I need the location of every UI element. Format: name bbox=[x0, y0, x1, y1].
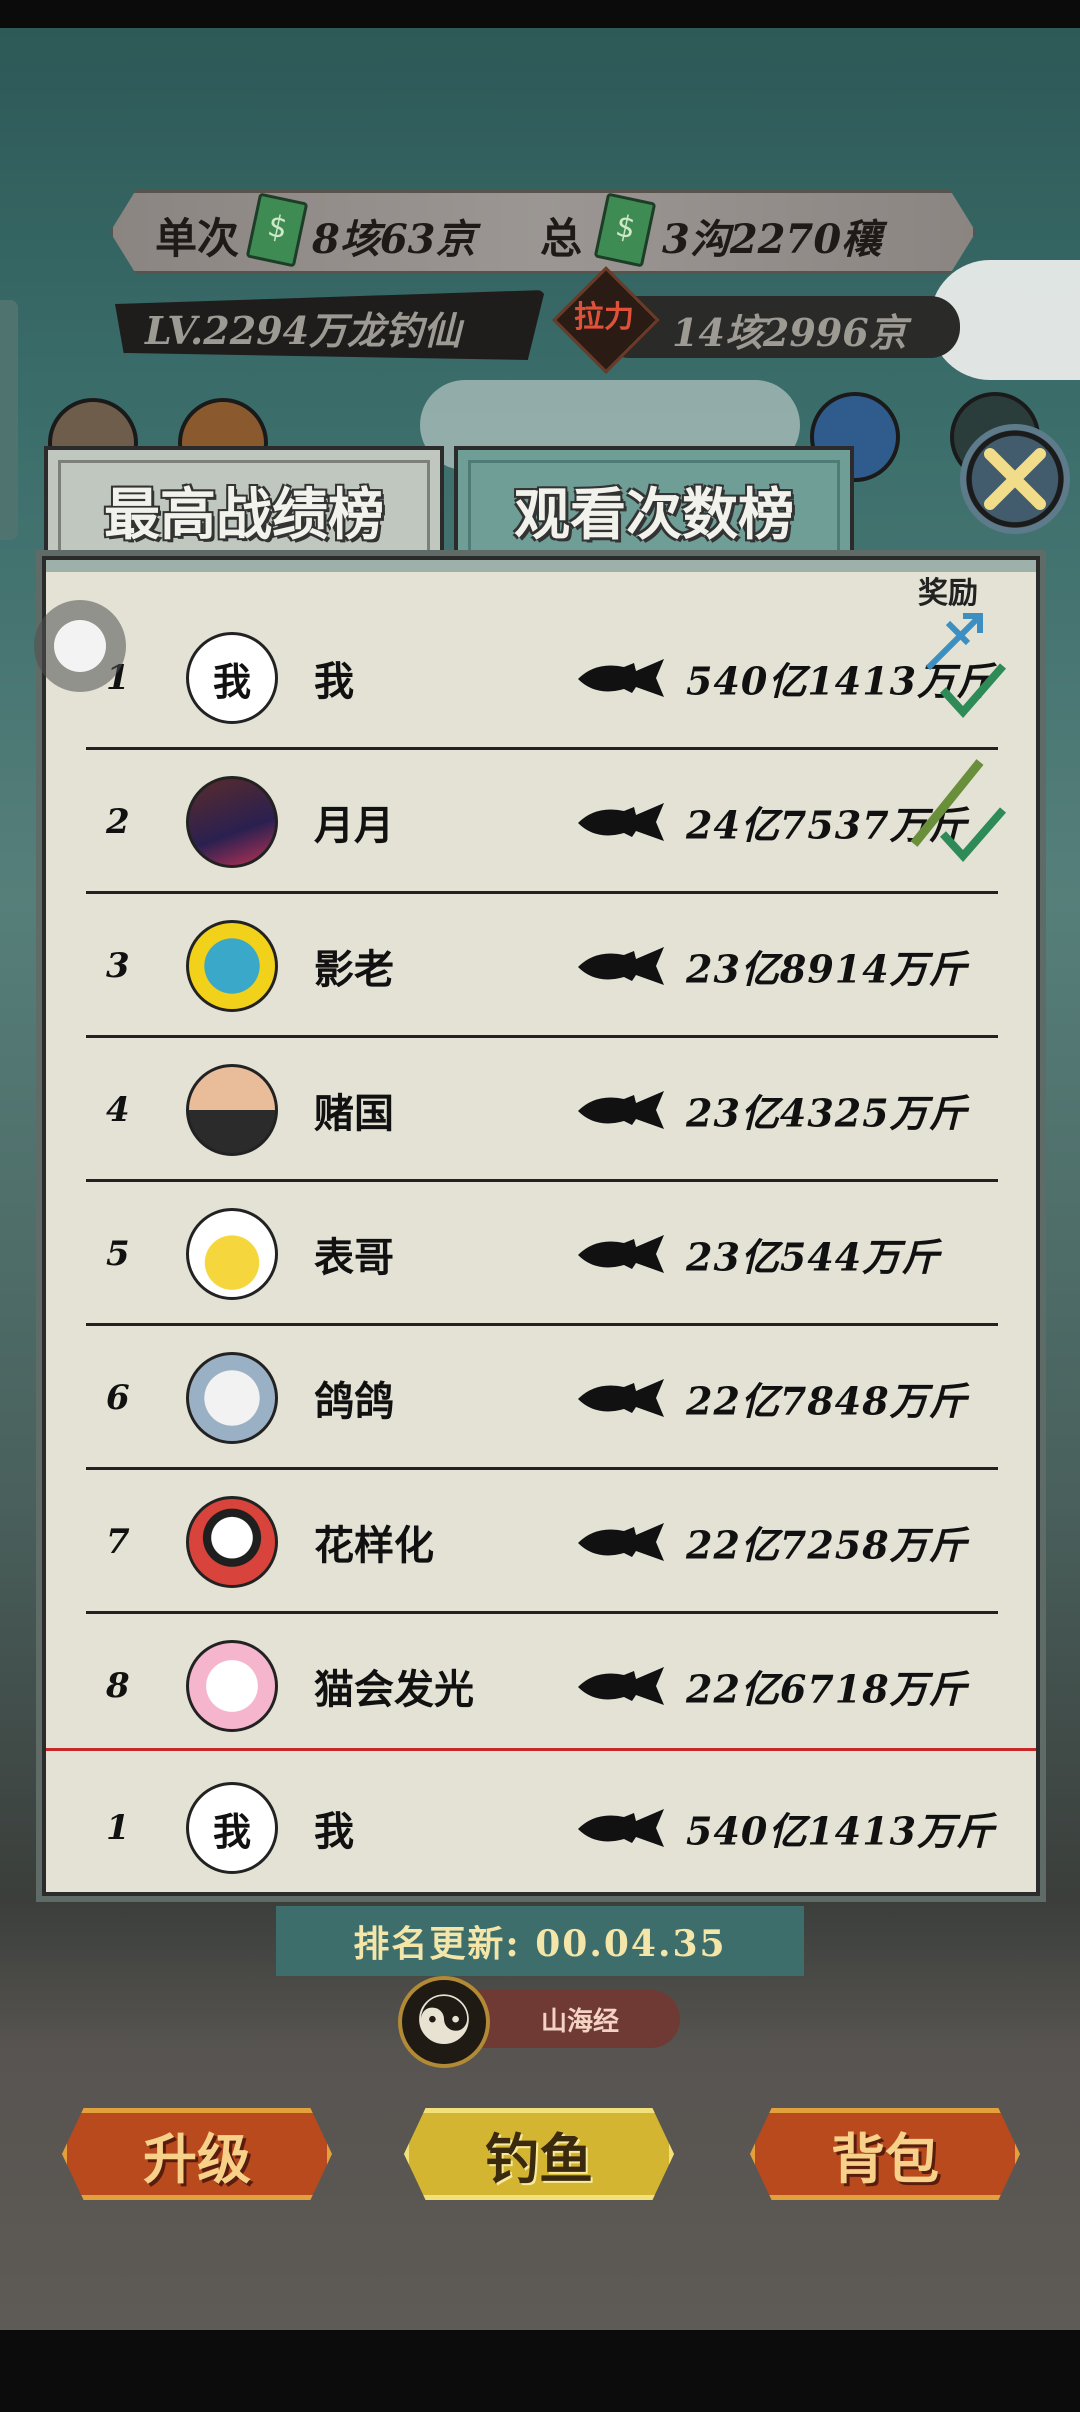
fish-icon bbox=[578, 1523, 664, 1561]
fish-icon bbox=[578, 947, 664, 985]
total-value: 3沟2270穰 bbox=[662, 216, 882, 263]
rank-number: 6 bbox=[106, 1378, 130, 1418]
player-name: 我 bbox=[314, 658, 354, 705]
self-rank-divider bbox=[46, 1748, 1036, 1751]
leaderboard-row[interactable]: 5 表哥 23亿544万斤 bbox=[86, 1182, 998, 1326]
player-name: 赌国 bbox=[314, 1090, 394, 1137]
avatar[interactable] bbox=[186, 776, 278, 868]
catch-weight: 23亿4325万斤 bbox=[686, 1090, 968, 1136]
rank-number: 5 bbox=[106, 1234, 130, 1274]
game-screen: 单次 $ 8垓63京 总 $ 3沟2270穰 LV.2294万龙钓仙 拉力 14… bbox=[0, 0, 1080, 2412]
catch-weight: 23亿544万斤 bbox=[686, 1234, 941, 1280]
fish-icon bbox=[578, 1667, 664, 1705]
single-catch-label: 单次 bbox=[155, 214, 240, 263]
leaderboard-row[interactable]: 6 鸽鸽 22亿7848万斤 bbox=[86, 1326, 998, 1470]
leaderboard-row[interactable]: 1 我 我 540亿1413万斤 bbox=[86, 606, 1007, 750]
rank-update-timer: 排名更新: 00.04.35 bbox=[276, 1906, 804, 1976]
fish-icon bbox=[578, 659, 664, 697]
my-rank-row[interactable]: 1 我 我 540亿1413万斤 bbox=[86, 1756, 998, 1900]
player-name: 猫会发光 bbox=[314, 1666, 474, 1713]
player-name: 影老 bbox=[314, 946, 394, 993]
rank-number: 3 bbox=[106, 946, 130, 986]
avatar[interactable] bbox=[186, 920, 278, 1012]
tab-best-record-label: 最高战绩榜 bbox=[58, 460, 430, 558]
leaderboard-row[interactable]: 2 月月 24亿7537万斤 bbox=[86, 750, 1007, 894]
fish-icon bbox=[578, 1091, 664, 1129]
reward-claimed-check-icon bbox=[940, 807, 1007, 863]
rank-number: 4 bbox=[106, 1090, 130, 1130]
avatar[interactable] bbox=[186, 1208, 278, 1300]
close-icon bbox=[984, 448, 1046, 510]
pull-label: 拉力 bbox=[574, 300, 634, 335]
catch-weight: 23亿8914万斤 bbox=[686, 946, 968, 992]
fish-icon bbox=[578, 1379, 664, 1417]
fish-icon bbox=[578, 1235, 664, 1273]
tab-view-count-label: 观看次数榜 bbox=[468, 460, 840, 558]
player-name: 我 bbox=[314, 1808, 354, 1855]
player-name: 花样化 bbox=[314, 1522, 434, 1569]
catch-weight: 540亿1413万斤 bbox=[686, 1808, 996, 1854]
tab-best-record[interactable]: 最高战绩榜 bbox=[44, 446, 444, 558]
player-name: 鸽鸽 bbox=[314, 1378, 394, 1425]
leaderboard-row[interactable]: 3 影老 23亿8914万斤 bbox=[86, 894, 998, 1038]
realm-label: 山海经 bbox=[540, 2006, 619, 2037]
rank-number: 2 bbox=[106, 802, 130, 842]
total-label: 总 bbox=[540, 214, 583, 263]
rank-number: 7 bbox=[106, 1522, 130, 1562]
avatar[interactable] bbox=[186, 1640, 278, 1732]
leaderboard-row[interactable]: 8 猫会发光 22亿6718万斤 bbox=[86, 1614, 998, 1758]
pull-value: 14垓2996京 bbox=[672, 310, 907, 355]
catch-weight: 22亿7848万斤 bbox=[686, 1378, 968, 1424]
side-drawer-handle[interactable] bbox=[0, 300, 18, 540]
close-button[interactable] bbox=[960, 424, 1070, 534]
fish-icon bbox=[578, 1809, 664, 1847]
catch-weight: 22亿7258万斤 bbox=[686, 1522, 968, 1568]
trident-reward-icon[interactable] bbox=[918, 608, 988, 678]
leaderboard-panel: 奖励 1 我 我 540亿1413万斤 2 月月 24亿7537万斤 3 影老 bbox=[42, 556, 1040, 1896]
avatar[interactable] bbox=[186, 1352, 278, 1444]
tab-view-count[interactable]: 观看次数榜 bbox=[454, 446, 854, 558]
single-catch-value: 8垓63京 bbox=[312, 216, 476, 263]
rank-number: 8 bbox=[106, 1666, 130, 1706]
floating-assistive-button[interactable] bbox=[34, 600, 126, 692]
fish-icon bbox=[578, 803, 664, 841]
player-name: 月月 bbox=[314, 802, 394, 849]
fishing-button[interactable]: 钓鱼 bbox=[404, 2108, 674, 2200]
avatar[interactable] bbox=[186, 1496, 278, 1588]
level-text: LV.2294万龙钓仙 bbox=[145, 308, 462, 353]
leaderboard-row[interactable]: 7 花样化 22亿7258万斤 bbox=[86, 1470, 998, 1614]
avatar[interactable]: 我 bbox=[186, 1782, 278, 1874]
upgrade-button[interactable]: 升级 bbox=[62, 2108, 332, 2200]
leaderboard-row[interactable]: 4 赌国 23亿4325万斤 bbox=[86, 1038, 998, 1182]
catch-weight: 22亿6718万斤 bbox=[686, 1666, 968, 1712]
bag-button[interactable]: 背包 bbox=[750, 2108, 1020, 2200]
panel-header-strip bbox=[46, 560, 1036, 572]
avatar[interactable]: 我 bbox=[186, 632, 278, 724]
avatar[interactable] bbox=[186, 1064, 278, 1156]
yin-yang-icon[interactable] bbox=[398, 1976, 490, 2068]
player-name: 表哥 bbox=[314, 1234, 394, 1281]
rank-number: 1 bbox=[106, 1808, 130, 1848]
